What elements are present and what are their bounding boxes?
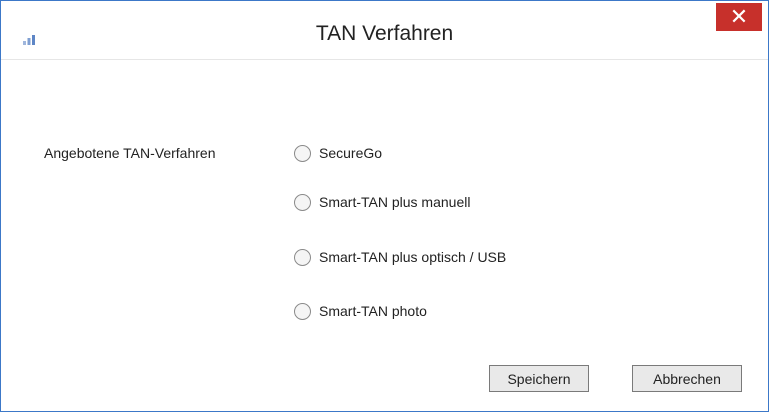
radio-option-smart-tan-plus-manuell[interactable]: Smart-TAN plus manuell [294,191,470,213]
radio-icon[interactable] [294,248,311,266]
radio-label: Smart-TAN plus manuell [319,194,471,210]
radio-label: Smart-TAN plus optisch / USB [319,249,507,265]
title-bar: TAN Verfahren ✕ [1,1,768,59]
save-button[interactable]: Speichern [489,365,589,392]
radio-label: SecureGo [319,145,383,161]
radio-icon[interactable] [294,302,311,320]
close-button[interactable]: ✕ [716,3,762,31]
radio-option-securego[interactable]: SecureGo [294,142,382,164]
tan-dialog-window: TAN Verfahren ✕ Angebotene TAN-Verfahren… [0,0,769,412]
radio-icon[interactable] [294,193,311,211]
radio-icon[interactable] [294,144,311,162]
radio-option-smart-tan-photo[interactable]: Smart-TAN photo [294,300,427,322]
dialog-title: TAN Verfahren [315,22,454,45]
dialog-content: Angebotene TAN-Verfahren SecureGo Smart-… [1,59,768,412]
tan-method-group-label: Angebotene TAN-Verfahren [44,145,216,161]
close-icon: ✕ [729,4,749,29]
cancel-button[interactable]: Abbrechen [632,365,742,392]
radio-option-smart-tan-plus-optisch-usb[interactable]: Smart-TAN plus optisch / USB [294,246,506,268]
radio-label: Smart-TAN photo [319,303,427,319]
